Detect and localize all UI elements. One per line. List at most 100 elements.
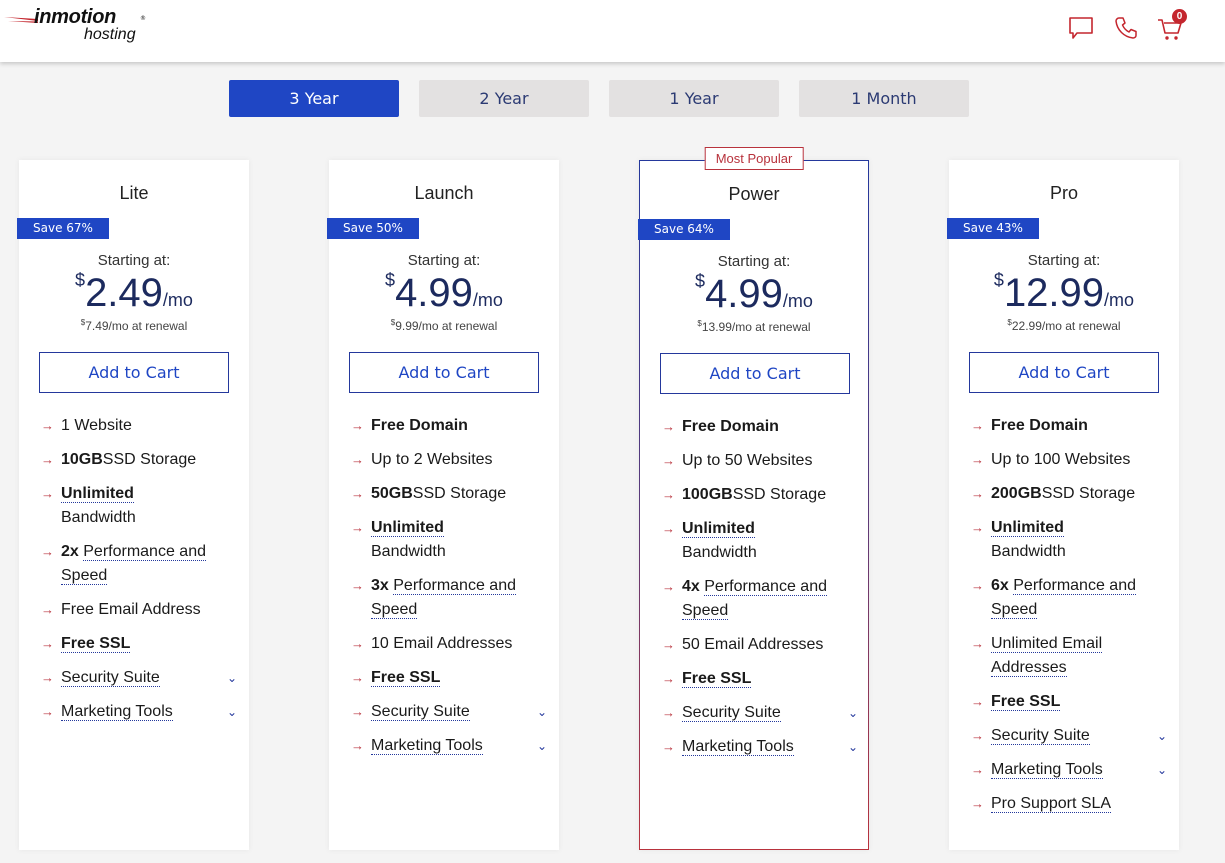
feature-text[interactable]: Security Suite	[61, 669, 160, 687]
feature-text[interactable]: Security Suite	[682, 704, 781, 722]
tab-2-year[interactable]: 2 Year	[419, 80, 589, 117]
starting-at-label: Starting at:	[97, 252, 171, 269]
feature-item: → 200GBSSD Storage	[971, 482, 1171, 506]
feature-text[interactable]: Security Suite	[991, 727, 1090, 745]
arrow-right-icon: →	[41, 418, 54, 433]
feature-item[interactable]: → Marketing Tools ⌄	[662, 735, 862, 759]
feature-item: → 2x Performance and Speed	[41, 540, 241, 588]
arrow-right-icon: →	[351, 670, 364, 685]
per-month: /mo	[162, 290, 193, 310]
feature-text[interactable]: Bandwidth	[61, 509, 136, 526]
feature-text[interactable]: Bandwidth	[991, 543, 1066, 560]
feature-item: → Unlimited Email Addresses	[971, 632, 1171, 680]
feature-text[interactable]: Performance and Speed	[991, 577, 1136, 619]
feature-highlight: Free SSL	[371, 669, 441, 687]
save-badge: Save 43%	[947, 218, 1039, 239]
add-to-cart-button[interactable]: Add to Cart	[660, 353, 850, 394]
site-header: inmotion ® hosting 0	[0, 0, 1225, 62]
feature-text: 1 Website	[61, 417, 132, 434]
feature-item[interactable]: → Security Suite ⌄	[662, 701, 862, 725]
renewal-amount: 13.99	[701, 320, 732, 334]
arrow-right-icon: →	[662, 487, 675, 502]
tab-1-year[interactable]: 1 Year	[609, 80, 779, 117]
feature-highlight: Free Domain	[991, 417, 1088, 434]
arrow-right-icon: →	[662, 419, 675, 434]
add-to-cart-button[interactable]: Add to Cart	[969, 352, 1159, 393]
arrow-right-icon: →	[351, 520, 364, 535]
tab-1-month[interactable]: 1 Month	[799, 80, 969, 117]
feature-text[interactable]: Bandwidth	[371, 543, 446, 560]
feature-item[interactable]: → Security Suite ⌄	[971, 724, 1171, 748]
arrow-right-icon: →	[351, 738, 364, 753]
feature-item: → Unlimited Bandwidth	[662, 517, 862, 565]
arrow-right-icon: →	[351, 704, 364, 719]
chevron-down-icon[interactable]: ⌄	[537, 700, 547, 724]
feature-highlight: 200GB	[991, 485, 1042, 502]
feature-list: → Free Domain → Up to 100 Websites → 200GBSS…	[971, 414, 1171, 826]
per-month: /mo	[782, 291, 813, 311]
currency-symbol: $	[75, 270, 86, 290]
arrow-right-icon: →	[662, 637, 675, 652]
chat-icon[interactable]	[1067, 14, 1095, 42]
chevron-down-icon[interactable]: ⌄	[537, 734, 547, 758]
feature-item: → Unlimited Bandwidth	[971, 516, 1171, 564]
feature-text[interactable]: Marketing Tools	[61, 703, 173, 721]
feature-highlight: Free Domain	[371, 417, 468, 434]
feature-highlight: Free SSL	[61, 635, 131, 653]
feature-item[interactable]: → Security Suite ⌄	[351, 700, 551, 724]
feature-text: Up to 100 Websites	[991, 451, 1131, 468]
inmotion-logo[interactable]: inmotion ® hosting	[4, 6, 154, 48]
feature-text[interactable]: Performance and Speed	[682, 578, 827, 620]
feature-highlight: 10GB	[61, 451, 103, 468]
renewal-suffix: /mo at renewal	[108, 319, 188, 333]
chevron-down-icon[interactable]: ⌄	[227, 666, 237, 690]
feature-item: → 3x Performance and Speed	[351, 574, 551, 622]
feature-item: → Up to 50 Websites	[662, 449, 862, 473]
chevron-down-icon[interactable]: ⌄	[1157, 724, 1167, 748]
feature-item[interactable]: → Marketing Tools ⌄	[971, 758, 1171, 782]
feature-text: 10 Email Addresses	[371, 635, 513, 652]
feature-text[interactable]: Performance and Speed	[371, 577, 516, 619]
per-month: /mo	[472, 290, 503, 310]
plan-name: Pro	[1049, 183, 1078, 203]
arrow-right-icon: →	[351, 452, 364, 467]
feature-highlight: 100GB	[682, 486, 733, 503]
feature-text[interactable]: Bandwidth	[682, 544, 757, 561]
plan-price: $4.99/mo	[640, 271, 868, 317]
add-to-cart-button[interactable]: Add to Cart	[39, 352, 229, 393]
feature-text[interactable]: Unlimited Email Addresses	[991, 635, 1103, 677]
feature-list: → Free Domain → Up to 2 Websites → 50GBSSD S…	[351, 414, 551, 768]
arrow-right-icon: →	[41, 602, 54, 617]
feature-text: SSD Storage	[412, 485, 507, 502]
chevron-down-icon[interactable]: ⌄	[848, 701, 858, 725]
feature-text[interactable]: Performance and Speed	[61, 543, 206, 585]
feature-text[interactable]: Marketing Tools	[991, 761, 1103, 779]
feature-item: → Free Domain	[351, 414, 551, 438]
logo-sub: hosting	[84, 26, 136, 43]
price-amount: 2.49	[85, 271, 163, 315]
renewal-suffix: /mo at renewal	[1041, 319, 1121, 333]
price-amount: 12.99	[1003, 271, 1105, 315]
chevron-down-icon[interactable]: ⌄	[1157, 758, 1167, 782]
feature-item: → 10 Email Addresses	[351, 632, 551, 656]
cart-count-badge: 0	[1172, 9, 1187, 24]
plan-card-launch: Launch Save 50% Starting at: $4.99/mo $9…	[327, 160, 559, 850]
feature-item[interactable]: → Marketing Tools ⌄	[351, 734, 551, 758]
add-to-cart-button[interactable]: Add to Cart	[349, 352, 539, 393]
starting-at-label: Starting at:	[717, 253, 791, 270]
tab-3-year[interactable]: 3 Year	[229, 80, 399, 117]
feature-text[interactable]: Pro Support SLA	[991, 795, 1112, 813]
chevron-down-icon[interactable]: ⌄	[848, 735, 858, 759]
feature-item: → 1 Website	[41, 414, 241, 438]
feature-text[interactable]: Marketing Tools	[682, 738, 794, 756]
phone-icon[interactable]	[1112, 14, 1140, 42]
feature-text[interactable]: Security Suite	[371, 703, 470, 721]
arrow-right-icon: →	[41, 704, 54, 719]
renewal-amount: 22.99	[1011, 319, 1042, 333]
feature-text[interactable]: Marketing Tools	[371, 737, 483, 755]
arrow-right-icon: →	[351, 578, 364, 593]
feature-item[interactable]: → Marketing Tools ⌄	[41, 700, 241, 724]
plan-name: Power	[728, 184, 780, 204]
feature-item[interactable]: → Security Suite ⌄	[41, 666, 241, 690]
chevron-down-icon[interactable]: ⌄	[227, 700, 237, 724]
